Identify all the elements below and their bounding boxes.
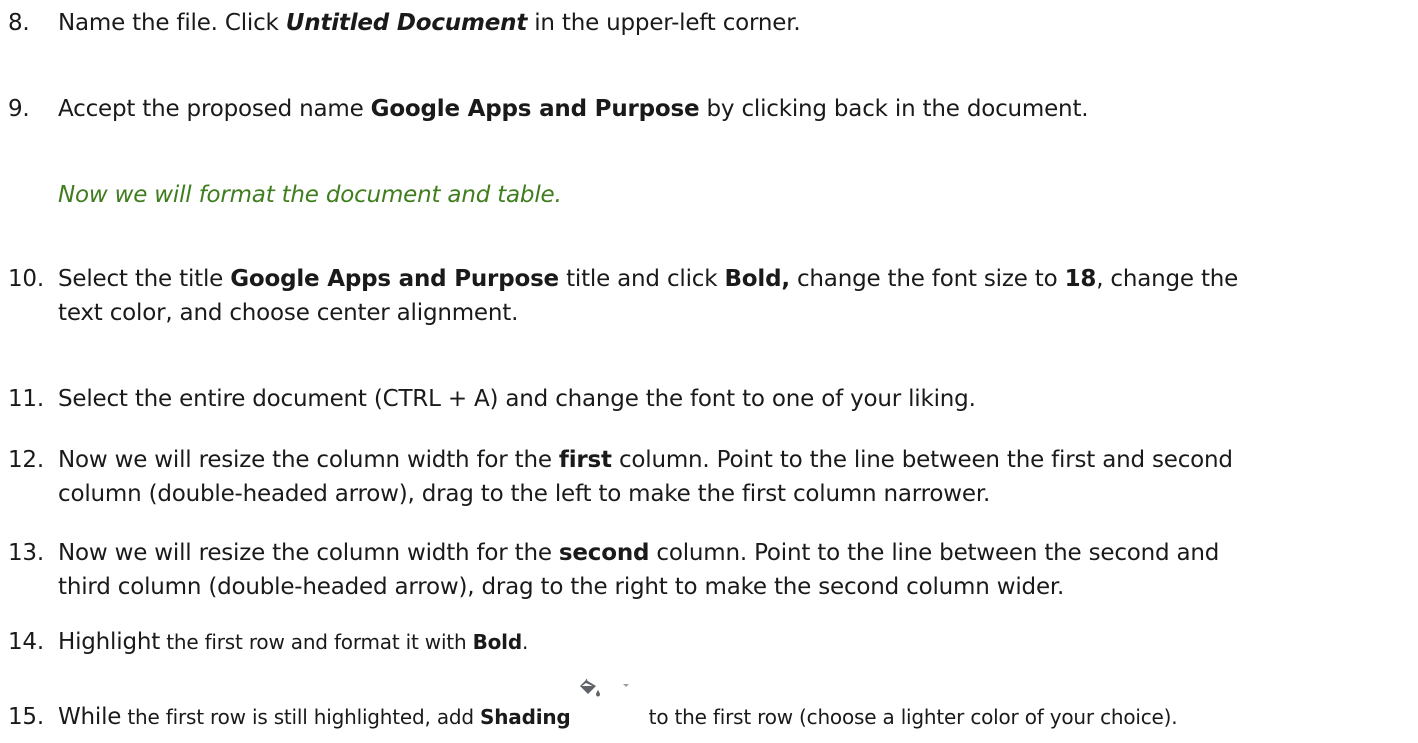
title-bold: Google Apps and Purpose [230,266,559,292]
text-run: Now we will resize the column width for … [58,540,559,566]
instructions-document: 8. Name the file. Click Untitled Documen… [0,0,1418,743]
paint-bucket-icon [579,678,629,697]
step-number: 9. [8,96,30,122]
step-text: Now we will resize the column width for … [58,443,1403,511]
step-number: 14. [8,629,44,655]
text-run: change the font size to [789,266,1065,292]
bold-command: Bold [472,630,523,654]
text-run: to the first row (choose a lighter color… [642,705,1178,729]
second-column-bold: second [558,540,650,566]
text-run: While [58,704,122,730]
text-run: text color, and choose center alignment. [58,300,519,326]
step-text: Name the file. Click Untitled Document i… [58,6,1403,40]
text-run: Now we will resize the column width for … [58,447,559,473]
text-run: . [521,630,529,654]
step-number: 8. [8,10,30,36]
step-text: Highlight the first row and format it wi… [58,625,1403,659]
step-text: Accept the proposed name Google Apps and… [58,92,1403,126]
step-text: While the first row is still highlighted… [58,678,1403,734]
text-run: Name the file. Click [58,10,286,36]
text-run: the first row is still highlighted, add [121,705,481,729]
first-column-bold: first [558,447,612,473]
text-run: third column (double-headed arrow), drag… [58,574,1065,600]
text-run: the first row and format it with [160,630,473,654]
step-text: Select the title Google Apps and Purpose… [58,262,1403,330]
text-run: by clicking back in the document. [699,96,1089,122]
document-name-bold: Google Apps and Purpose [370,96,700,122]
step-text: Now we will resize the column width for … [58,536,1403,604]
shading-toolbar-icon [575,678,639,734]
font-size-value: 18 [1064,266,1097,292]
text-run: in the upper-left corner. [527,10,801,36]
text-run: , change the [1096,266,1239,292]
step-number: 11. [8,386,44,412]
dropdown-arrow-icon [622,684,629,687]
step-number: 15. [8,704,44,730]
text-run: column. Point to the line between the se… [649,540,1220,566]
section-note: Now we will format the document and tabl… [58,182,562,208]
step-text: Select the entire document (CTRL + A) an… [58,382,1403,416]
text-run: Accept the proposed name [58,96,371,122]
step-number: 12. [8,447,44,473]
text-run: title and click [558,266,725,292]
step-number: 10. [8,266,44,292]
untitled-document-emphasis: Untitled Document [285,10,528,36]
text-run: column. Point to the line between the fi… [611,447,1233,473]
text-run: Highlight [58,629,161,655]
text-run: Select the title [58,266,231,292]
text-run: Select the entire document (CTRL + A) an… [58,386,976,412]
bold-command: Bold, [724,266,790,292]
shading-command: Shading [480,705,571,729]
text-run: column (double-headed arrow), drag to th… [58,481,991,507]
step-number: 13. [8,540,44,566]
